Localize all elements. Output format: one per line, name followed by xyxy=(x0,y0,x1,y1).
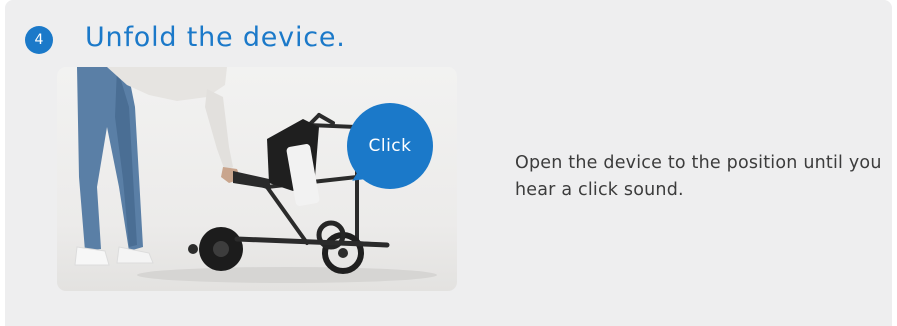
step-number-badge: 4 xyxy=(25,26,53,54)
step-description: Open the device to the position until yo… xyxy=(515,153,882,200)
step-title: Unfold the device. xyxy=(85,22,346,53)
instruction-step-card: 4 Unfold the device. Click Open the devi… xyxy=(5,0,892,326)
click-callout-bubble: Click xyxy=(347,103,433,189)
